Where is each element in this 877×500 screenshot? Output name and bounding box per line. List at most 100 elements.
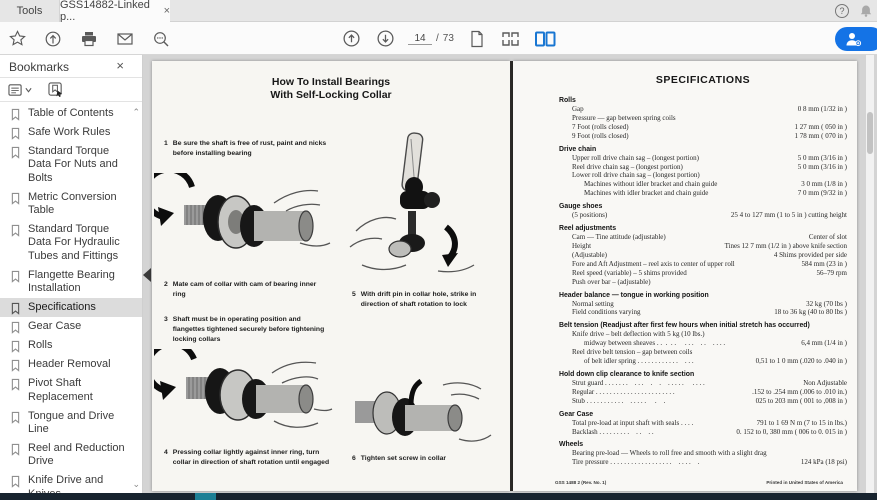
email-icon[interactable] xyxy=(114,28,136,50)
spec-section-header-balance: Header balance — tongue in working posit… xyxy=(559,291,847,318)
spec-row: Pressure — gap between spring coils xyxy=(559,114,847,123)
sidebar-item-gear-case[interactable]: Gear Case xyxy=(0,317,142,336)
spec-section-rolls: Rolls Gap0 8 mm (1/32 in ) Pressure — ga… xyxy=(559,96,847,141)
spec-row: Lower roll drive chain sag – (longest po… xyxy=(559,171,847,180)
spec-row: 9 Foot (rolls closed)1 78 mm ( 070 in ) xyxy=(559,132,847,141)
sidebar-item-reel-and-reduction-drive[interactable]: Reel and Reduction Drive xyxy=(0,439,142,471)
close-tab-icon[interactable]: × xyxy=(164,5,170,17)
sidebar-item-rolls[interactable]: Rolls xyxy=(0,337,142,356)
spec-row: Cam — Tine attitude (adjustable)Center o… xyxy=(559,233,847,242)
sidebar-item-safe-work-rules[interactable]: Safe Work Rules xyxy=(0,123,142,142)
sidebar-item-table-of-contents[interactable]: Table of Contents xyxy=(0,104,142,123)
scrollbar-thumb[interactable] xyxy=(867,112,873,154)
figure-hammer-drift-pin-icon xyxy=(342,131,492,291)
share-person-button[interactable] xyxy=(835,27,877,51)
sidebar-item-flangette-bearing-installation[interactable]: Flangette Bearing Installation xyxy=(0,266,142,298)
search-icon[interactable] xyxy=(150,28,172,50)
tab-bar: Tools GSS14882-Linked p... × ? xyxy=(0,0,877,22)
spec-row: Reel speed (variable) – 5 shims provided… xyxy=(559,269,847,278)
bookmark-icon xyxy=(10,269,22,296)
spec-row: Regular . . . . . . . . . . . . . . . . … xyxy=(559,388,847,397)
bookmark-options-icon[interactable] xyxy=(8,83,32,97)
spec-section-reel-adjustments: Reel adjustments Cam — Tine attitude (ad… xyxy=(559,224,847,286)
tab-document-label: GSS14882-Linked p... xyxy=(60,0,159,23)
bookmark-icon xyxy=(10,410,22,437)
scroll-down-caret-icon[interactable]: ⌄ xyxy=(132,479,140,490)
spec-row: Total pre-load at input shaft with seals… xyxy=(559,419,847,428)
bell-icon[interactable] xyxy=(859,4,873,18)
spec-row: Tire pressure . . . . . . . . . . . . . … xyxy=(559,458,847,467)
bookmark-icon xyxy=(10,145,22,186)
sidebar-item-specifications[interactable]: Specifications xyxy=(0,298,142,317)
next-page-icon[interactable] xyxy=(374,28,396,50)
spec-row: Gap0 8 mm (1/32 in ) xyxy=(559,105,847,114)
help-icon[interactable]: ? xyxy=(835,4,849,18)
sidebar-item-header-removal[interactable]: Header Removal xyxy=(0,356,142,375)
sidebar-item-knife-drive-and-knives[interactable]: Knife Drive and Knives xyxy=(0,471,142,493)
spec-row: Strut guard . . . . . . . . . . . . . . … xyxy=(559,379,847,388)
bookmark-icon xyxy=(10,358,22,372)
sidebar-item-standard-torque-nuts-bolts[interactable]: Standard Torque Data For Nuts and Bolts xyxy=(0,142,142,188)
spec-row: Normal setting32 kg (70 lbs ) xyxy=(559,300,847,309)
spec-row: 7 Foot (rolls closed)1 27 mm ( 050 in ) xyxy=(559,123,847,132)
bookmarks-panel: Bookmarks × ⌃ Table of Contents Safe Wor… xyxy=(0,55,143,493)
document-scrollbar[interactable] xyxy=(866,55,874,493)
single-page-view-icon[interactable] xyxy=(466,28,488,50)
document-number: GSS 1488 2 (Rev. No. 1) xyxy=(555,480,606,485)
step-2: 2Mate cam of collar with cam of bearing … xyxy=(164,280,324,300)
tab-tools[interactable]: Tools xyxy=(0,0,60,22)
expand-current-bookmark-icon[interactable] xyxy=(48,82,64,97)
bookmark-icon xyxy=(10,339,22,353)
bottom-bar-teal-accent xyxy=(195,493,216,500)
spec-section-belt-tension: Belt tension (Readjust after first few h… xyxy=(559,321,847,366)
previous-page-icon[interactable] xyxy=(340,28,362,50)
page-right: SPECIFICATIONS Rolls Gap0 8 mm (1/32 in … xyxy=(513,61,857,491)
spec-row: midway between sheaves . . . . . . . . .… xyxy=(559,339,847,348)
spec-row: Knife drive – belt deflection with 5 kg … xyxy=(559,330,847,339)
bookmark-icon xyxy=(10,377,22,404)
spec-row: Push over bar – (adjustable) xyxy=(559,278,847,287)
share-upload-icon[interactable] xyxy=(42,28,64,50)
spec-section-gear-case: Gear Case Total pre-load at input shaft … xyxy=(559,410,847,437)
page-number-input[interactable]: 14 xyxy=(408,33,432,45)
sidebar-item-pivot-shaft-replacement[interactable]: Pivot Shaft Replacement xyxy=(0,375,142,407)
sidebar-item-metric-conversion-table[interactable]: Metric Conversion Table xyxy=(0,188,142,220)
bookmarks-list: Table of Contents Safe Work Rules Standa… xyxy=(0,104,142,493)
printed-in-note: Printed in United States of America xyxy=(766,480,843,485)
bookmark-icon xyxy=(10,442,22,469)
left-page-title: How To Install Bearings With Self-Lockin… xyxy=(152,76,510,102)
sidebar-item-tongue-and-drive-line[interactable]: Tongue and Drive Line xyxy=(0,407,142,439)
bookmark-icon xyxy=(10,191,22,218)
tab-document[interactable]: GSS14882-Linked p... × xyxy=(60,0,170,22)
spec-row: Stub . . . . . . . . . . . . . . . . . .… xyxy=(559,397,847,406)
page-separator: / xyxy=(436,33,439,44)
two-page-view-icon[interactable] xyxy=(534,28,556,50)
spec-row: Machines with idler bracket and chain gu… xyxy=(559,189,847,198)
step-1: 1Be sure the shaft is free of rust, pain… xyxy=(164,139,329,159)
bookmark-icon xyxy=(10,107,22,121)
page-left: How To Install Bearings With Self-Lockin… xyxy=(152,61,510,491)
spec-row: Backlash . . . . . . . . . . . . .0. 152… xyxy=(559,428,847,437)
figure-bearing-on-shaft-icon xyxy=(154,173,334,278)
sidebar-item-standard-torque-hydraulic[interactable]: Standard Torque Data For Hydraulic Tubes… xyxy=(0,220,142,266)
favorite-star-icon[interactable] xyxy=(6,28,28,50)
spec-row: Field conditions varying18 to 36 kg (40 … xyxy=(559,308,847,317)
bookmarks-panel-title: Bookmarks xyxy=(9,60,69,74)
bookmark-icon xyxy=(10,474,22,493)
page-number-field: 14 / 73 xyxy=(408,33,454,45)
spec-row: Upper roll drive chain sag – (longest po… xyxy=(559,154,847,163)
specifications-title: SPECIFICATIONS xyxy=(559,74,847,86)
bottom-edge-bar xyxy=(0,493,877,500)
spec-row: Reel drive belt tension – gap between co… xyxy=(559,348,847,357)
spec-row: Machines without idler bracket and chain… xyxy=(559,180,847,189)
collapse-panel-icon[interactable] xyxy=(143,268,151,282)
bookmark-icon xyxy=(10,223,22,264)
spec-row: HeightTines 12 7 mm (1/2 in ) above knif… xyxy=(559,242,847,251)
print-icon[interactable] xyxy=(78,28,100,50)
spec-section-hold-down-clip: Hold down clip clearance to knife sectio… xyxy=(559,370,847,406)
close-panel-icon[interactable]: × xyxy=(116,58,124,73)
spec-row: Fore and Aft Adjustment – reel axis to c… xyxy=(559,260,847,269)
continuous-scroll-view-icon[interactable] xyxy=(500,28,522,50)
figure-tighten-set-screw-icon xyxy=(347,379,497,459)
spec-row: Bearing pre-load — Wheels to roll free a… xyxy=(559,449,847,458)
